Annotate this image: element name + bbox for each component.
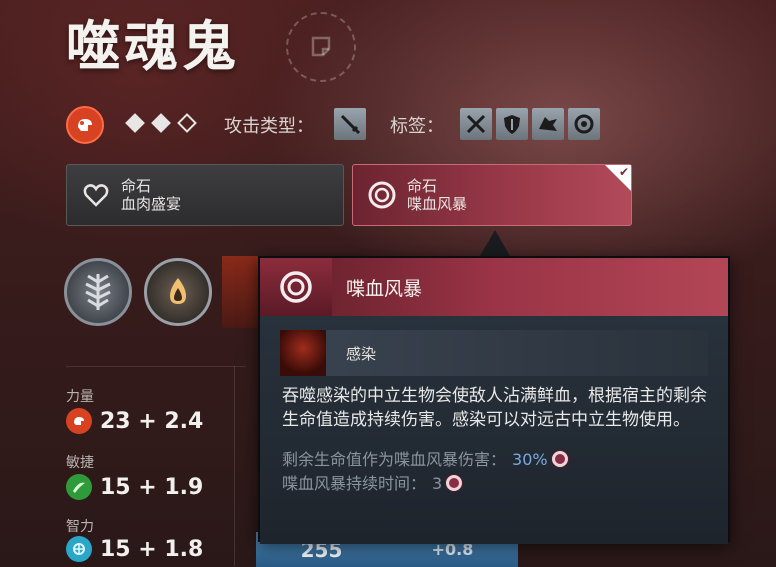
shield-icon[interactable] xyxy=(496,108,528,140)
tree-rune-icon xyxy=(85,274,111,310)
melee-sword-icon[interactable] xyxy=(334,108,366,140)
agility-label: 敏捷 xyxy=(66,455,94,471)
tooltip-ability-row: 感染 xyxy=(280,330,708,376)
complexity-diamond-filled xyxy=(125,113,145,133)
infest-ability-icon xyxy=(280,330,326,376)
tooltip-stat-damage: 剩余生命值作为喋血风暴伤害： 30% xyxy=(282,448,708,472)
complexity-diamond-empty xyxy=(177,113,197,133)
strength-attribute-icon xyxy=(66,106,104,144)
facet-tooltip: 喋血风暴 感染 吞噬感染的中立生物会使敌人沾满鲜血，根据宿主的剩余生命值造成持续… xyxy=(258,256,730,544)
facet-name: 血肉盛宴 xyxy=(121,195,182,213)
blood-ring-icon xyxy=(551,451,568,467)
ability-hero-portrait[interactable] xyxy=(222,256,262,328)
divider xyxy=(234,366,235,566)
drop-flame-icon xyxy=(170,278,186,304)
complexity-rating xyxy=(124,112,198,134)
tooltip-header: 喋血风暴 xyxy=(260,258,728,316)
attack-type-label: 攻击类型： xyxy=(224,116,314,137)
hero-tags xyxy=(460,108,600,140)
strength-icon xyxy=(66,408,92,434)
tooltip-stat-duration: 喋血风暴持续时间： 3 xyxy=(282,472,708,496)
blood-ring-icon xyxy=(365,178,399,212)
strength-stat: 23 + 2.4 xyxy=(66,408,203,434)
stat-duration-value: 3 xyxy=(432,474,443,493)
intelligence-stat: 15 + 1.8 xyxy=(66,536,203,562)
facet-bloodstorm[interactable]: 命石 喋血风暴 ✔ xyxy=(352,164,632,226)
intelligence-label: 智力 xyxy=(66,519,94,535)
agility-stat: 15 + 1.9 xyxy=(66,474,203,500)
facet-flesh-feast[interactable]: 命石 血肉盛宴 xyxy=(66,164,344,226)
tags-label: 标签： xyxy=(390,116,444,137)
wolf-head-icon[interactable] xyxy=(532,108,564,140)
hero-name: 噬魂鬼 xyxy=(66,14,240,78)
tooltip-ability-name: 感染 xyxy=(346,344,377,363)
blood-ring-icon xyxy=(446,475,463,491)
intelligence-value: 15 + 1.8 xyxy=(100,536,204,562)
tooltip-title: 喋血风暴 xyxy=(346,277,423,300)
checkmark-icon: ✔ xyxy=(618,165,629,179)
tooltip-body: 感染 吞噬感染的中立生物会使敌人沾满鲜血，根据宿主的剩余生命值造成持续伤害。感染… xyxy=(260,316,728,544)
divider xyxy=(66,366,246,367)
ability-tree-rune[interactable] xyxy=(64,258,132,326)
crossed-swords-icon[interactable] xyxy=(460,108,492,140)
strength-value: 23 + 2.4 xyxy=(100,408,204,434)
tooltip-arrow xyxy=(480,230,510,256)
blood-ring-icon xyxy=(260,258,332,316)
tooltip-description: 吞噬感染的中立生物会使敌人沾满鲜血，根据宿主的剩余生命值造成持续伤害。感染可以对… xyxy=(282,386,707,430)
facet-type-label: 命石 xyxy=(121,177,152,195)
complexity-diamond-filled xyxy=(151,113,171,133)
stat-duration-label: 喋血风暴持续时间： xyxy=(282,474,427,493)
agility-value: 15 + 1.9 xyxy=(100,474,204,500)
stat-damage-value: 30% xyxy=(512,450,548,469)
facet-name: 喋血风暴 xyxy=(407,195,468,213)
note-icon xyxy=(311,36,331,57)
facet-type-label: 命石 xyxy=(407,177,438,195)
favorite-slot[interactable] xyxy=(286,12,356,82)
strength-label: 力量 xyxy=(66,389,94,405)
ability-drop-flame[interactable] xyxy=(144,258,212,326)
intelligence-icon xyxy=(66,536,92,562)
agility-icon xyxy=(66,474,92,500)
heart-icon xyxy=(79,178,113,212)
stat-damage-label: 剩余生命值作为喋血风暴伤害： xyxy=(282,450,507,469)
gear-swirl-icon[interactable] xyxy=(568,108,600,140)
